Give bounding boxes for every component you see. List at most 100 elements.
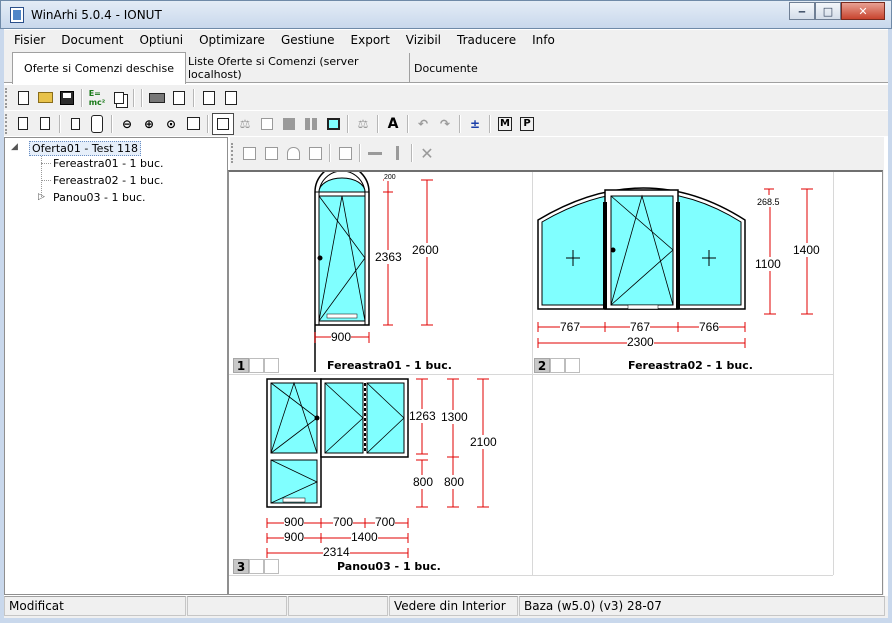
item-number: 1 (233, 358, 249, 373)
dim-width-3d: 900 (284, 530, 305, 544)
item-caption-1[interactable]: 1 (233, 358, 279, 373)
vertical-bar-icon[interactable] (386, 142, 408, 164)
menu-info[interactable]: Info (522, 33, 561, 47)
split-vertical-icon[interactable] (238, 142, 260, 164)
paragraph-icon[interactable] (64, 113, 86, 135)
new-document-icon[interactable] (12, 87, 34, 109)
columns-icon[interactable] (300, 113, 322, 135)
toolbar-separator (374, 113, 382, 135)
tree-connector (41, 180, 51, 181)
formula-icon[interactable]: E= mc² (86, 87, 108, 109)
item-checkbox[interactable] (565, 358, 580, 373)
item-checkbox[interactable] (249, 358, 264, 373)
menu-traducere[interactable]: Traducere (447, 33, 522, 47)
minimize-button[interactable]: ‒ (789, 2, 815, 20)
p-icon[interactable]: P (516, 113, 538, 135)
zoom-out-icon[interactable]: ⊖ (116, 113, 138, 135)
horizontal-bar-icon[interactable] (364, 142, 386, 164)
arch-icon[interactable] (282, 142, 304, 164)
dim-total-height-3: 2100 (470, 435, 497, 449)
tab-oferte-comenzi-deschise[interactable]: Oferte si Comenzi deschise (12, 52, 186, 84)
offer-tree: ◢ Oferta01 - Test 118 Fereastra01 - 1 bu… (4, 137, 228, 595)
item-checkbox[interactable] (264, 358, 279, 373)
scroll-updown-icon[interactable] (86, 113, 108, 135)
undo-icon[interactable]: ↶ (412, 113, 434, 135)
zoom-in-icon[interactable]: ⊕ (138, 113, 160, 135)
status-empty-2 (288, 596, 388, 616)
toolbar-separator (138, 87, 146, 109)
zoom-area-icon[interactable]: ⊙ (160, 113, 182, 135)
dim-width-2c: 766 (699, 320, 720, 334)
tree-root-offer[interactable]: Oferta01 - Test 118 (29, 141, 141, 156)
balance-icon[interactable]: ⚖ (234, 113, 256, 135)
toolbar-grip (231, 143, 235, 163)
tree-item-fereastra02[interactable]: Fereastra02 - 1 buc. (53, 174, 164, 187)
frame-icon[interactable] (304, 142, 326, 164)
frame-tool-icon[interactable] (212, 112, 234, 135)
status-empty-1 (187, 596, 287, 616)
tab-liste-oferte-comenzi[interactable]: Liste Oferte si Comenzi (server localhos… (188, 53, 410, 83)
open-folder-icon[interactable] (34, 87, 56, 109)
toolbar-separator (108, 113, 116, 135)
menu-vizibil[interactable]: Vizibil (396, 33, 447, 47)
glass-icon[interactable] (322, 113, 344, 135)
collapse-icon[interactable]: ◢ (11, 142, 18, 152)
m-icon[interactable]: M (494, 113, 516, 135)
toolbar-separator (130, 87, 138, 109)
menu-bar: Fisier Document Optiuni Optimizare Gesti… (4, 30, 888, 50)
dimension-icon[interactable]: ± (464, 113, 486, 135)
print-icon[interactable] (146, 87, 168, 109)
toolbar-separator (404, 113, 412, 135)
tree-connector (41, 163, 51, 164)
close-button[interactable]: ✕ (841, 2, 885, 20)
title-bar[interactable]: WinArhi 5.0.4 - IONUT ‒ □ ✕ (0, 0, 892, 29)
drawing-canvas[interactable]: 200 2363 2600 900 268.5 1100 1400 767 76… (228, 170, 883, 595)
maximize-button[interactable]: □ (815, 2, 841, 20)
toolbar-separator (486, 113, 494, 135)
fill-icon[interactable] (278, 113, 300, 135)
page-landscape-icon[interactable] (12, 113, 34, 135)
copy-icon[interactable] (108, 87, 130, 109)
tree-item-fereastra01[interactable]: Fereastra01 - 1 buc. (53, 157, 164, 170)
app-icon (10, 6, 24, 23)
sash-icon[interactable] (334, 142, 356, 164)
menu-optiuni[interactable]: Optiuni (129, 33, 189, 47)
item-checkbox[interactable] (249, 559, 264, 574)
grid-icon[interactable] (256, 113, 278, 135)
panou03-drawing[interactable] (266, 378, 409, 508)
dim-height-3d: 800 (444, 475, 465, 489)
menu-fisier[interactable]: Fisier (4, 33, 51, 47)
item-caption-3[interactable]: 3 (233, 559, 279, 574)
delete-icon[interactable]: ✕ (416, 142, 438, 164)
status-bar: Modificat Vedere din Interior Baza (w5.0… (4, 596, 888, 618)
item-title-2: Fereastra02 - 1 buc. (628, 359, 753, 372)
text-icon[interactable]: A (382, 113, 404, 135)
item-checkbox[interactable] (550, 358, 565, 373)
item-checkbox[interactable] (264, 559, 279, 574)
document-tabs: Oferte si Comenzi deschise Liste Oferte … (4, 50, 888, 84)
print-preview-icon[interactable] (168, 87, 190, 109)
toolbar-drawing: ✕ (230, 140, 884, 166)
split-horizontal-icon[interactable] (260, 142, 282, 164)
menu-optimizare[interactable]: Optimizare (189, 33, 271, 47)
scale-icon[interactable]: ⚖ (352, 113, 374, 135)
item-number: 2 (534, 358, 550, 373)
menu-gestiune[interactable]: Gestiune (271, 33, 341, 47)
dim-height-2b: 1400 (793, 243, 820, 257)
zoom-fit-icon[interactable] (182, 113, 204, 135)
fereastra02-drawing[interactable] (537, 187, 746, 310)
tab-documente[interactable]: Documente (410, 53, 478, 83)
edit-check-icon[interactable] (198, 87, 220, 109)
toolbar-grip (5, 113, 9, 134)
page-portrait-icon[interactable] (34, 113, 56, 135)
menu-export[interactable]: Export (341, 33, 396, 47)
tree-item-panou03[interactable]: Panou03 - 1 buc. (53, 191, 146, 204)
save-icon[interactable] (56, 87, 78, 109)
toolbar-grip (5, 87, 9, 108)
item-caption-2[interactable]: 2 (534, 358, 580, 373)
edit-document-icon[interactable] (220, 87, 242, 109)
expand-icon[interactable]: ▷ (38, 192, 45, 202)
redo-icon[interactable]: ↷ (434, 113, 456, 135)
menu-document[interactable]: Document (51, 33, 129, 47)
status-base: Baza (w5.0) (v3) 28-07 (519, 596, 885, 616)
